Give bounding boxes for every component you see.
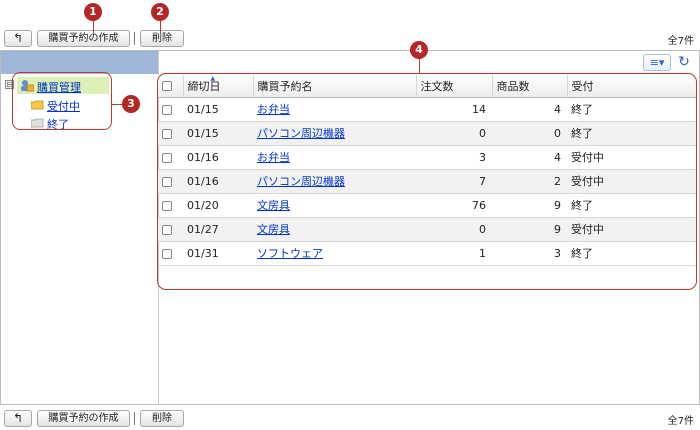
refresh-icon[interactable]: ↻ [676, 54, 692, 71]
total-count: 全7件 [667, 416, 694, 427]
top-toolbar: ↰ 購買予約の作成 削除 全7件 [0, 27, 700, 50]
annotation-box-tree [12, 72, 112, 130]
tree-header [1, 51, 158, 74]
annotation-badge-4: 4 [410, 41, 428, 59]
view-menu-button[interactable]: ≡▾ [643, 54, 671, 71]
back-button[interactable]: ↰ [4, 410, 32, 427]
list-view-icon: ≡▾ [649, 56, 665, 69]
annotation-badge-3: 3 [122, 95, 140, 113]
delete-button[interactable]: 削除 [140, 410, 184, 427]
undo-arrow-icon: ↰ [12, 31, 24, 45]
toolbar-separator [134, 412, 135, 425]
delete-button[interactable]: 削除 [140, 30, 184, 47]
toolbar-separator [134, 32, 135, 45]
create-reservation-button[interactable]: 購買予約の作成 [37, 410, 130, 427]
create-reservation-button[interactable]: 購買予約の作成 [37, 30, 130, 47]
bottom-toolbar: ↰ 購買予約の作成 削除 全7件 [0, 407, 700, 430]
badge-leader [160, 19, 161, 33]
total-count: 全7件 [667, 36, 694, 47]
list-header-bar: ≡▾ ↻ [159, 51, 699, 74]
undo-arrow-icon: ↰ [12, 411, 24, 425]
annotation-badge-2: 2 [151, 3, 169, 21]
back-button[interactable]: ↰ [4, 30, 32, 47]
annotation-box-list [157, 73, 697, 290]
badge-leader [93, 19, 94, 33]
badge-leader [419, 57, 420, 74]
annotation-badge-1: 1 [84, 3, 102, 21]
